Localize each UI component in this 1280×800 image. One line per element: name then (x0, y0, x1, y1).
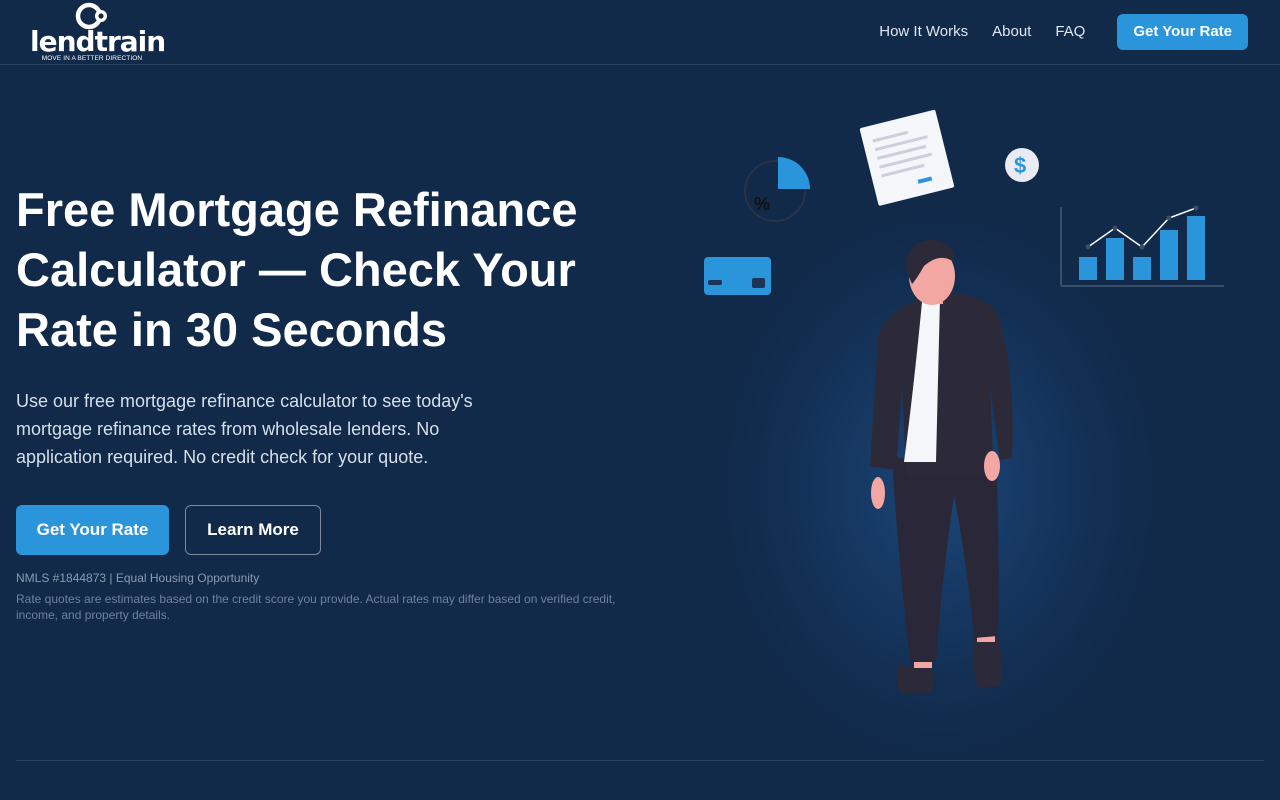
section-divider (16, 760, 1264, 761)
brand-logo[interactable]: lendtrain MOVE IN A BETTER DIRECTION (30, 2, 166, 64)
site-header: lendtrain MOVE IN A BETTER DIRECTION How… (0, 0, 1280, 65)
page: lendtrain MOVE IN A BETTER DIRECTION How… (0, 0, 1280, 800)
header-get-rate-button[interactable]: Get Your Rate (1117, 14, 1248, 50)
bar-chart-icon (1060, 205, 1224, 287)
pie-chart-icon: % (744, 157, 810, 222)
hero-title: Free Mortgage Refinance Calculator — Che… (16, 183, 578, 356)
dollar-coin-icon: $ (1005, 148, 1039, 182)
learn-more-button[interactable]: Learn More (185, 505, 321, 555)
rate-disclaimer: Rate quotes are estimates based on the c… (16, 592, 616, 622)
nav-link-faq[interactable]: FAQ (1055, 14, 1085, 50)
dollar-symbol: $ (1014, 153, 1026, 178)
brand-name: lendtrain (30, 25, 166, 58)
main-nav: How It Works About FAQ Get Your Rate (879, 14, 1248, 50)
nav-link-how-it-works[interactable]: How It Works (879, 14, 968, 50)
nav-link-about[interactable]: About (992, 14, 1031, 50)
nmls-notice: NMLS #1844873 | Equal Housing Opportunit… (16, 571, 260, 585)
hero-subtitle: Use our free mortgage refinance calculat… (16, 391, 473, 467)
brand-tagline: MOVE IN A BETTER DIRECTION (41, 55, 143, 62)
credit-card-icon (704, 257, 771, 295)
get-rate-button[interactable]: Get Your Rate (16, 505, 169, 555)
hero-illustration: % $ (700, 109, 1224, 760)
percent-symbol: % (754, 194, 770, 214)
